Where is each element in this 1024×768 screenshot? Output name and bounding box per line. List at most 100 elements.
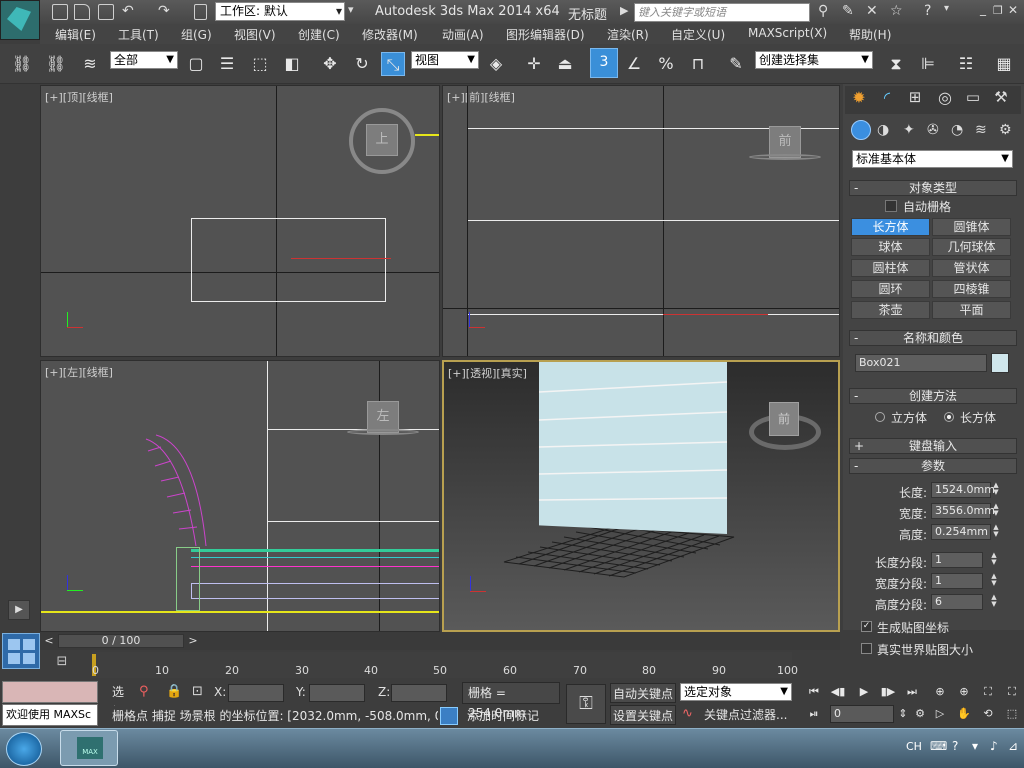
named-selection-sets-dropdown[interactable]: 创建选择集 ▼: [755, 51, 873, 69]
object-category-dropdown[interactable]: 标准基本体 ▼: [852, 150, 1013, 168]
expand-trackbar-button[interactable]: ▶: [8, 600, 30, 620]
transform-mode-icon[interactable]: ⊡: [192, 684, 203, 699]
object-type-rollout[interactable]: - 对象类型: [849, 180, 1017, 196]
lights-category-icon[interactable]: ✦: [903, 122, 915, 138]
time-config-icon[interactable]: ⚙: [912, 706, 928, 722]
select-manipulate-icon[interactable]: ✛: [522, 52, 546, 76]
height-segs-spinner[interactable]: ▲ ▼: [989, 594, 999, 610]
key-filters-button[interactable]: 关键点过滤器...: [704, 706, 794, 724]
keyboard-entry-rollout[interactable]: + 键盘输入: [849, 438, 1017, 454]
track-bar[interactable]: 0 10 20 30 40 50 60 70 80 90 100: [92, 652, 798, 678]
width-spinner[interactable]: ▲ ▼: [991, 503, 1001, 519]
quick-access-menu-icon[interactable]: ▾: [348, 3, 354, 16]
box-radio[interactable]: [944, 412, 954, 422]
hierarchy-tab-icon[interactable]: ⊞: [904, 88, 926, 110]
lock-selection-icon[interactable]: 🔒: [166, 684, 182, 699]
cylinder-button[interactable]: 圆柱体: [851, 259, 930, 277]
plane-button[interactable]: 平面: [932, 301, 1011, 319]
viewport-top[interactable]: [+][顶][线框] 上: [40, 85, 440, 357]
network-icon[interactable]: ⊿: [1008, 739, 1018, 753]
maxscript-welcome[interactable]: 欢迎使用 MAXSc: [2, 704, 98, 726]
pivot-center-icon[interactable]: ◈: [484, 52, 508, 76]
prev-key-icon[interactable]: ◀▮: [830, 684, 846, 700]
workspace-dropdown[interactable]: 工作区: 默认 ▾: [215, 2, 345, 21]
height-spinner[interactable]: ▲ ▼: [991, 524, 1001, 540]
binoculars-icon[interactable]: ⚲: [818, 3, 828, 19]
time-tag-icon[interactable]: [440, 707, 458, 725]
key-mode-toggle-icon[interactable]: ⏯: [806, 706, 822, 722]
menu-tools[interactable]: 工具(T): [118, 26, 159, 43]
cube-radio[interactable]: [875, 412, 885, 422]
close-icon[interactable]: ✕: [1008, 3, 1018, 17]
gen-mapping-checkbox[interactable]: ✓: [861, 621, 872, 632]
menu-view[interactable]: 视图(V): [234, 26, 276, 43]
snaps-toggle[interactable]: 3: [590, 48, 618, 78]
spacewarps-category-icon[interactable]: ≋: [975, 122, 987, 138]
frame-spinner[interactable]: ⇕: [895, 706, 911, 722]
geometry-category-icon[interactable]: [851, 120, 871, 140]
box-button[interactable]: 长方体: [851, 218, 930, 236]
tray-expand-icon[interactable]: ▾: [972, 739, 978, 753]
keyboard-icon[interactable]: ⌨: [930, 739, 947, 753]
rotate-icon[interactable]: ↻: [350, 52, 374, 76]
length-segs-field[interactable]: 1: [931, 552, 983, 568]
creation-method-rollout[interactable]: - 创建方法: [849, 388, 1017, 404]
viewport-layout-button[interactable]: [2, 633, 40, 669]
goto-end-icon[interactable]: ⏭: [904, 684, 920, 700]
height-segs-field[interactable]: 6: [931, 594, 983, 610]
zoom-extents-all-icon[interactable]: ⛶: [1004, 684, 1020, 700]
next-key-icon[interactable]: ▮▶: [880, 684, 896, 700]
motion-tab-icon[interactable]: ◎: [934, 88, 956, 110]
current-frame-field[interactable]: 0: [830, 705, 894, 723]
utilities-tab-icon[interactable]: ⚒: [990, 88, 1012, 110]
time-slider-thumb[interactable]: 0 / 100: [58, 634, 184, 648]
start-button[interactable]: [6, 732, 42, 766]
viewport-label[interactable]: [+][透视][真实]: [448, 365, 527, 381]
viewport-label[interactable]: [+][左][线框]: [45, 364, 113, 380]
align-icon[interactable]: ⊫: [916, 52, 940, 76]
key-mode-dropdown[interactable]: 选定对象 ▼: [680, 683, 792, 701]
real-world-map-checkbox[interactable]: [861, 643, 872, 654]
cameras-category-icon[interactable]: ✇: [927, 122, 939, 138]
edit-named-selection-icon[interactable]: ✎: [724, 52, 748, 76]
auto-key-button[interactable]: 自动关键点: [610, 683, 676, 703]
menu-customize[interactable]: 自定义(U): [671, 26, 725, 43]
reference-coordinate-dropdown[interactable]: 视图 ▼: [411, 51, 479, 69]
set-key-button[interactable]: 设置关键点: [610, 705, 676, 725]
application-menu-button[interactable]: [0, 0, 40, 40]
pyramid-button[interactable]: 四棱锥: [932, 280, 1011, 298]
geosphere-button[interactable]: 几何球体: [932, 238, 1011, 256]
shapes-category-icon[interactable]: ◑: [877, 122, 889, 138]
angle-snap-icon[interactable]: ∠: [622, 52, 646, 76]
zoom-all-icon[interactable]: ⊕: [956, 684, 972, 700]
menu-rendering[interactable]: 渲染(R): [607, 26, 649, 43]
help-dropdown-icon[interactable]: ▾: [944, 3, 949, 14]
length-field[interactable]: 1524.0mm: [931, 482, 995, 498]
add-time-tag-button[interactable]: 添加时间标记: [462, 706, 560, 726]
torus-button[interactable]: 圆环: [851, 280, 930, 298]
spinner-snap-icon[interactable]: ⊓: [686, 52, 710, 76]
open-file-icon[interactable]: [74, 4, 90, 20]
layer-manager-icon[interactable]: ☷: [954, 52, 978, 76]
helpers-category-icon[interactable]: ◔: [951, 122, 963, 138]
systems-category-icon[interactable]: ⚙: [999, 122, 1012, 138]
viewport-perspective[interactable]: [+][透视][真实] 前: [442, 360, 840, 632]
viewcube[interactable]: 前: [769, 402, 799, 436]
teapot-button[interactable]: 茶壶: [851, 301, 930, 319]
width-field[interactable]: 3556.0mm: [931, 503, 995, 519]
set-key-icon[interactable]: ⚿: [566, 684, 606, 724]
move-icon[interactable]: ✥: [318, 52, 342, 76]
scale-icon[interactable]: ⤡: [381, 52, 405, 76]
autogrid-checkbox[interactable]: [885, 200, 897, 212]
isolate-icon[interactable]: ⚲: [139, 684, 149, 699]
search-arrow-icon[interactable]: ▶: [620, 4, 628, 17]
restore-icon[interactable]: ❐: [993, 4, 1003, 17]
exchange-icon[interactable]: ✕: [866, 3, 878, 19]
menu-create[interactable]: 创建(C): [298, 26, 340, 43]
help-tray-icon[interactable]: ?: [952, 739, 958, 753]
next-frame-icon[interactable]: >: [186, 634, 200, 648]
language-indicator[interactable]: CH: [906, 740, 922, 753]
tube-button[interactable]: 管状体: [932, 259, 1011, 277]
keyboard-shortcut-override-icon[interactable]: ⏏: [553, 52, 577, 76]
prev-frame-icon[interactable]: <: [42, 634, 56, 648]
